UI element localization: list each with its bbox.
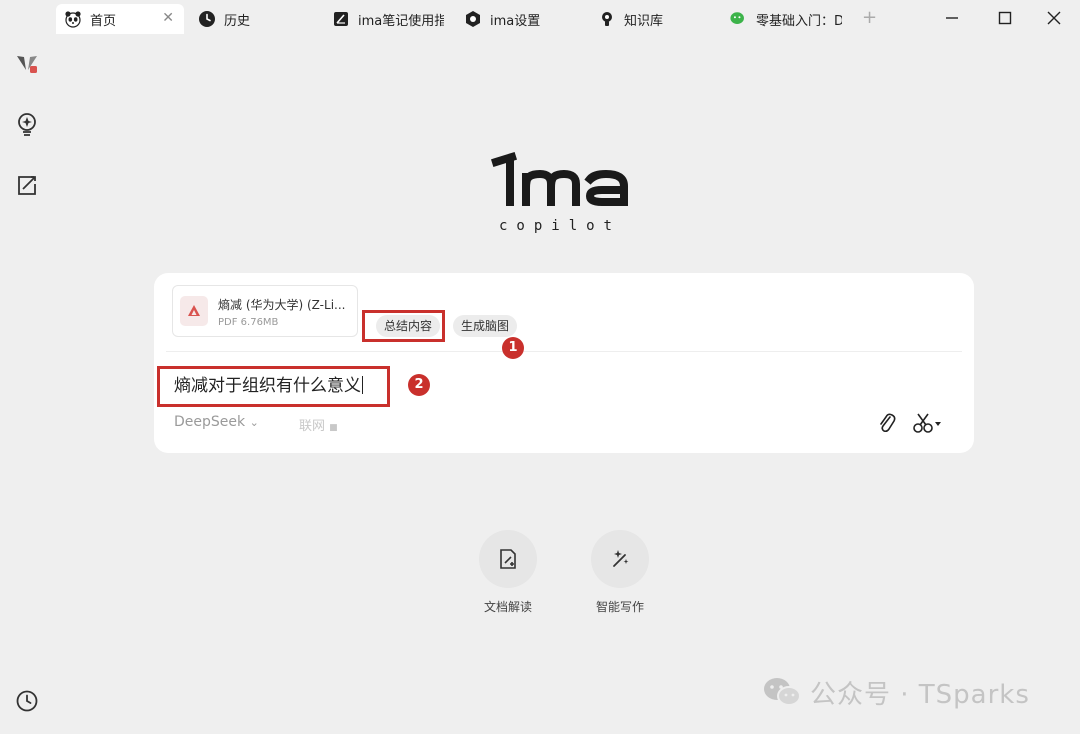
attached-file-chip[interactable]: 熵减 (华为大学) (Z-Li... PDF 6.76MB [172,285,358,337]
model-selector[interactable]: DeepSeek ⌄ [174,414,259,430]
clock-icon [198,10,216,28]
tab-ima-settings[interactable]: ima设置 [456,4,576,34]
note-icon [332,10,350,28]
close-icon[interactable]: ✕ [162,10,174,26]
model-name: DeepSeek [174,414,246,430]
wechat-icon [730,10,748,28]
tab-label: 首页 [90,13,117,29]
mindmap-button[interactable]: 生成脑图 [453,315,518,337]
tab-deepseek-intro[interactable]: 零基础入门：D [722,4,846,34]
history-clock-icon[interactable] [14,688,40,714]
maximize-icon[interactable] [995,8,1015,28]
web-label: 联网 [299,419,326,434]
new-tab-icon[interactable]: + [862,7,877,28]
magic-wand-icon [591,530,649,588]
tab-label: 历史 [224,13,251,29]
edit-note-icon[interactable] [14,172,40,198]
tab-home[interactable]: 首页 ✕ [56,4,184,34]
annotation-box-1 [362,310,445,342]
chat-input-card: 熵减 (华为大学) (Z-Li... PDF 6.76MB 总结内容 生成脑图 … [154,273,974,453]
avatar-icon[interactable] [14,50,40,76]
panda-icon [64,10,82,28]
paperclip-icon[interactable] [876,411,898,435]
wechat-watermark-icon [764,678,801,706]
quick-action-smart-write[interactable]: 智能写作 [580,530,660,615]
annotation-box-2 [157,366,390,407]
tab-knowledge-base[interactable]: 知识库 [590,4,710,34]
close-window-icon[interactable] [1044,8,1064,28]
doc-read-icon [479,530,537,588]
tab-ima-notes-guide[interactable]: ima笔记使用指 [324,4,444,34]
watermark-text: 公众号 · TSparks [810,679,1030,710]
tab-label: 知识库 [624,13,664,29]
idea-bulb-icon[interactable] [14,111,40,137]
quick-action-doc-read[interactable]: 文档解读 [468,530,548,615]
chevron-down-icon: ⌄ [249,416,259,429]
quick-action-label: 智能写作 [595,600,644,614]
web-search-toggle[interactable]: 联网 ■ [299,415,338,434]
tab-label: 零基础入门：D [756,13,842,29]
logo-subtitle: copilot [498,218,621,234]
minimize-icon[interactable] [942,8,962,28]
annotation-badge-2: 2 [408,374,430,396]
tab-bar: 首页 ✕ 历史 ima笔记使用指 ima设置 知识库 零基础入门：D + [0,0,1080,36]
hexagon-icon [464,10,482,28]
bulb-icon [598,10,616,28]
file-name: 熵减 (华为大学) (Z-Li... [218,298,346,312]
tab-label: ima笔记使用指 [358,13,444,29]
watermark: 公众号 · TSparks [762,674,1030,710]
file-meta: PDF 6.76MB [218,317,279,328]
annotation-badge-1: 1 [502,337,524,359]
card-divider [166,351,962,352]
pdf-icon [180,296,208,326]
dot-icon: ■ [329,423,338,433]
scissors-icon[interactable] [912,411,942,435]
tab-label: ima设置 [490,13,541,29]
tab-history[interactable]: 历史 [190,4,310,34]
quick-action-label: 文档解读 [483,600,532,614]
